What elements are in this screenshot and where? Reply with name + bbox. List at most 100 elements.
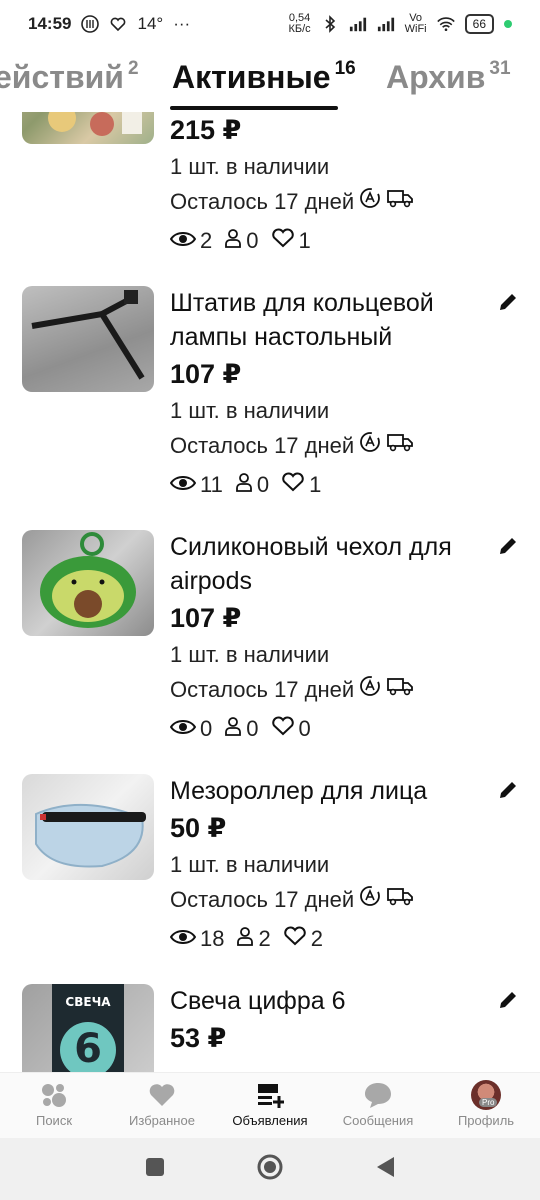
edit-pencil-icon[interactable] — [496, 988, 520, 1012]
days-left: Осталось 17 дней — [170, 887, 355, 912]
eye-icon — [169, 924, 197, 954]
days-left: Осталось 17 дней — [170, 433, 355, 458]
vowifi-bottom: WiFi — [404, 23, 427, 35]
status-bar: 14:59 14° ··· 0,54 КБ/с Vo WiFi 66 — [0, 0, 540, 48]
views-stat: 18 — [169, 924, 224, 954]
listing-item[interactable]: Мезороллер для лица 50 ₽ 1 шт. в наличии… — [0, 774, 540, 984]
days-left: Осталось 17 дней — [170, 677, 355, 702]
heart-icon — [148, 1081, 176, 1109]
heart-icon — [281, 470, 305, 500]
tab-active[interactable]: Активные 16 — [172, 58, 356, 96]
listing-price: 53 ₽ — [170, 1023, 227, 1053]
wifi-icon — [436, 15, 455, 33]
edit-pencil-icon[interactable] — [496, 778, 520, 802]
person-icon — [236, 924, 254, 954]
listing-photo[interactable] — [22, 774, 154, 880]
nav-listings[interactable]: Объявления — [216, 1073, 324, 1138]
favorites-stat: 1 — [271, 226, 311, 256]
listing-title[interactable]: Свеча цифра 6 — [170, 984, 490, 1018]
tab-count: 16 — [334, 58, 356, 79]
favorites-count: 1 — [309, 472, 322, 497]
delivery-truck-icon — [386, 431, 414, 461]
bottom-navigation: Поиск Избранное Объявления Сообщения Pro… — [0, 1072, 540, 1138]
listing-stats: 11 0 1 — [169, 470, 490, 500]
listing-stock: 1 шт. в наличии — [170, 852, 330, 877]
back-button[interactable] — [374, 1155, 396, 1184]
listing-price: 107 ₽ — [170, 359, 242, 389]
contacts-count: 0 — [256, 472, 270, 497]
contacts-stat: 0 — [224, 714, 259, 744]
listing-title[interactable]: Штатив для кольцевой лампы настольный — [170, 286, 490, 354]
listing-stock: 1 шт. в наличии — [170, 154, 330, 179]
heart-icon — [271, 714, 295, 744]
pro-badge: Pro — [479, 1098, 498, 1107]
listing-photo[interactable] — [22, 286, 154, 392]
search-dots-icon — [39, 1081, 69, 1109]
nav-messages[interactable]: Сообщения — [324, 1073, 432, 1138]
heart-icon — [271, 226, 295, 256]
listing-item[interactable]: 6 СВЕЧА Свеча цифра 6 53 ₽ — [0, 984, 540, 1072]
tab-pending-actions[interactable]: ействий 2 — [0, 58, 139, 96]
contacts-stat: 2 — [236, 924, 271, 954]
nav-label: Профиль — [457, 1113, 515, 1128]
more-notifications-icon: ··· — [173, 14, 191, 33]
listing-stats: 0 0 0 — [169, 714, 490, 744]
listing-photo[interactable] — [22, 530, 154, 636]
days-left-row: Осталось 17 дней — [170, 884, 490, 916]
thumb-digit: 6 — [74, 1026, 102, 1072]
days-left-row: Осталось 17 дней — [170, 186, 490, 218]
listings-list[interactable]: 215 ₽ 1 шт. в наличии Осталось 17 дней 2… — [0, 112, 540, 1072]
person-icon — [235, 470, 253, 500]
nav-profile[interactable]: Pro Профиль — [432, 1073, 540, 1138]
thumb-text: СВЕЧА — [65, 995, 111, 1009]
contacts-stat: 0 — [235, 470, 269, 500]
views-count: 11 — [200, 472, 223, 497]
listing-item[interactable]: Штатив для кольцевой лампы настольный 10… — [0, 286, 540, 526]
bluetooth-icon — [321, 15, 339, 33]
battery-indicator: 66 — [464, 14, 494, 34]
avatar-wrap: Pro — [471, 1080, 501, 1110]
nav-search[interactable]: Поиск — [0, 1073, 108, 1138]
contacts-count: 0 — [246, 716, 259, 741]
avatar: Pro — [471, 1080, 501, 1110]
days-left-row: Осталось 17 дней — [170, 674, 490, 706]
home-button[interactable] — [256, 1153, 284, 1186]
listing-tabs: ействий 2 Активные 16 Архив 31 — [0, 52, 540, 112]
listing-stats: 18 2 2 — [169, 924, 490, 954]
listing-stock: 1 шт. в наличии — [170, 398, 330, 423]
listing-title[interactable]: Мезороллер для лица — [170, 774, 490, 808]
recent-apps-button[interactable] — [144, 1156, 166, 1183]
listing-info: Свеча цифра 6 53 ₽ — [170, 984, 490, 1056]
eye-icon — [169, 714, 197, 744]
nav-favorites[interactable]: Избранное — [108, 1073, 216, 1138]
listing-title[interactable]: Силиконовый чехол для airpods — [170, 530, 490, 598]
tab-label: ействий — [0, 59, 124, 95]
listing-stats: 2 0 1 — [169, 226, 490, 256]
temperature: 14° — [137, 14, 164, 33]
auto-renew-icon — [358, 186, 382, 218]
signal-icon-1 — [349, 15, 367, 33]
contacts-stat: 0 — [224, 226, 259, 256]
days-left: Осталось 17 дней — [170, 189, 355, 214]
listing-item[interactable]: Силиконовый чехол для airpods 107 ₽ 1 шт… — [0, 530, 540, 770]
contacts-count: 2 — [258, 926, 271, 951]
status-dot — [504, 20, 512, 28]
eye-icon — [169, 470, 197, 500]
listing-stock: 1 шт. в наличии — [170, 642, 330, 667]
edit-pencil-icon[interactable] — [496, 534, 520, 558]
tab-label: Архив — [386, 59, 486, 95]
favorites-stat: 1 — [281, 470, 321, 500]
listing-photo[interactable]: 6 СВЕЧА — [22, 984, 154, 1072]
net-speed: 0,54 КБ/с — [288, 13, 310, 35]
heart-check-icon — [109, 15, 127, 33]
tab-count: 31 — [489, 58, 511, 79]
tab-archive[interactable]: Архив 31 — [386, 58, 511, 96]
listing-item[interactable]: 215 ₽ 1 шт. в наличии Осталось 17 дней 2… — [0, 112, 540, 278]
listing-photo[interactable] — [22, 112, 154, 144]
nav-label: Сообщения — [342, 1113, 414, 1128]
auto-renew-icon — [358, 430, 382, 462]
delivery-truck-icon — [386, 675, 414, 705]
status-left: 14:59 14° ··· — [28, 14, 190, 34]
edit-pencil-icon[interactable] — [496, 290, 520, 314]
delivery-truck-icon — [386, 187, 414, 217]
